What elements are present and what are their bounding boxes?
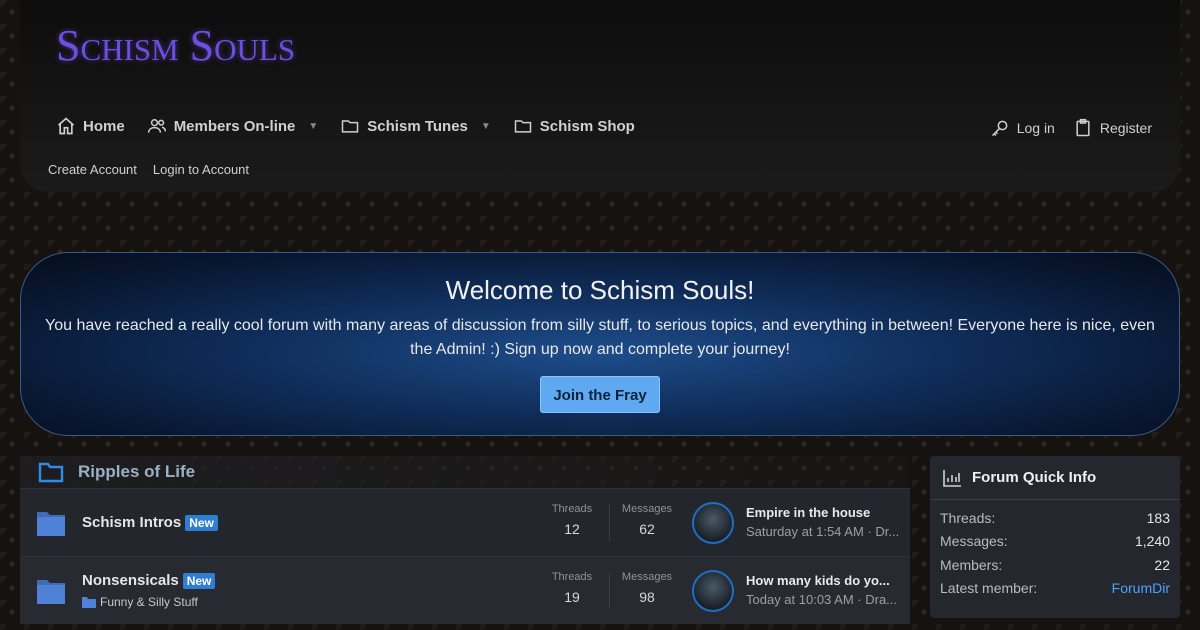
new-badge: New <box>185 514 218 531</box>
stat-divider <box>609 573 610 609</box>
threads-count: 19 <box>564 589 580 605</box>
latest-member-link[interactable]: ForumDir <box>1112 580 1170 596</box>
site-logo[interactable]: Schism Souls <box>56 20 295 71</box>
last-post-title[interactable]: Empire in the house <box>746 505 906 520</box>
bar-chart-icon <box>943 469 961 487</box>
users-icon <box>147 119 166 133</box>
qi-key: Messages: <box>940 533 1008 550</box>
messages-label: Messages <box>621 571 673 583</box>
qi-key: Members: <box>940 556 1003 573</box>
banner-title: Welcome to Schism Souls! <box>445 275 755 305</box>
avatar[interactable] <box>692 502 734 544</box>
forum-list: Ripples of Life Schism Intros New Thread… <box>20 456 910 624</box>
nav-schism-shop[interactable]: Schism Shop <box>513 112 635 140</box>
messages-stat: Messages 98 <box>612 571 682 605</box>
subforum-link[interactable]: Funny & Silly Stuff <box>82 595 402 609</box>
nav-members-online[interactable]: Members On-line ▼ <box>147 112 318 140</box>
messages-count: 62 <box>639 521 655 537</box>
chevron-down-icon[interactable]: ▼ <box>481 121 491 132</box>
subforum-label: Funny & Silly Stuff <box>100 595 198 609</box>
threads-stat: Threads 12 <box>537 503 607 537</box>
stat-divider <box>609 505 610 541</box>
nav-tunes-label: Schism Tunes <box>367 117 468 135</box>
last-post-meta: Today at 10:03 AM · Dra... <box>746 592 898 607</box>
quick-info-panel: Forum Quick Info Threads: 183 Messages: … <box>930 456 1180 618</box>
folder-icon <box>342 120 359 133</box>
qi-key: Latest member: <box>940 580 1038 597</box>
sub-nav: Create Account Login to Account <box>48 162 249 177</box>
category-header[interactable]: Ripples of Life <box>20 456 910 488</box>
login-link[interactable]: Log in <box>990 114 1055 142</box>
qi-value: 1,240 <box>1134 533 1170 550</box>
threads-count: 12 <box>564 521 580 537</box>
account-nav: Log in Register <box>990 114 1152 142</box>
forum-title-row: Nonsensicals New <box>82 572 402 589</box>
forum-folder-icon <box>37 579 65 604</box>
threads-stat: Threads 19 <box>537 571 607 605</box>
messages-count: 98 <box>639 589 655 605</box>
last-post-meta: Saturday at 1:54 AM · Dr... <box>746 524 900 539</box>
forum-title[interactable]: Schism Intros <box>82 514 181 531</box>
forum-folder-icon <box>37 511 65 536</box>
forum-title-row: Schism Intros New <box>82 514 402 531</box>
nav-home[interactable]: Home <box>56 112 125 140</box>
qi-key: Threads: <box>940 509 996 526</box>
quick-info-body: Threads: 183 Messages: 1,240 Members: 22… <box>930 500 1180 600</box>
login-label: Log in <box>1016 120 1055 136</box>
register-label: Register <box>1099 120 1152 136</box>
key-icon <box>991 120 1008 137</box>
threads-label: Threads <box>551 503 593 515</box>
qi-value: 183 <box>1146 509 1170 526</box>
qi-value: 22 <box>1154 556 1170 573</box>
main-nav: Home Members On-line ▼ Schism Tunes ▼ Sc… <box>56 112 657 140</box>
messages-stat: Messages 62 <box>612 503 682 537</box>
site-header: Schism Souls Home Members On-line ▼ Schi… <box>20 0 1180 192</box>
forum-main: Nonsensicals New Funny & Silly Stuff <box>82 572 402 609</box>
threads-label: Threads <box>551 571 593 583</box>
last-post: How many kids do yo... Today at 10:03 AM… <box>746 573 906 607</box>
messages-label: Messages <box>621 503 673 515</box>
nav-home-label: Home <box>83 117 125 135</box>
avatar[interactable] <box>692 570 734 612</box>
banner-text: You have reached a really cool forum wit… <box>45 317 1155 358</box>
folder-icon <box>38 462 64 483</box>
forum-title[interactable]: Nonsensicals <box>82 572 179 589</box>
quick-info-title: Forum Quick Info <box>972 469 1097 486</box>
clipboard-icon <box>1076 118 1090 137</box>
last-post: Empire in the house Saturday at 1:54 AM … <box>746 505 906 539</box>
qi-threads: Threads: 183 <box>930 506 1180 530</box>
last-post-title[interactable]: How many kids do yo... <box>746 573 906 588</box>
welcome-banner: Welcome to Schism Souls! You have reache… <box>20 252 1180 436</box>
qi-messages: Messages: 1,240 <box>930 530 1180 554</box>
subforum-icon <box>82 597 96 608</box>
qi-latest-member: Latest member: ForumDir <box>930 577 1180 601</box>
chevron-down-icon[interactable]: ▼ <box>308 121 318 132</box>
nav-shop-label: Schism Shop <box>539 117 635 135</box>
home-icon <box>57 117 75 135</box>
create-account-link[interactable]: Create Account <box>48 162 137 177</box>
qi-members: Members: 22 <box>930 553 1180 577</box>
login-account-link[interactable]: Login to Account <box>153 162 249 177</box>
forum-node[interactable]: Schism Intros New Threads 12 Messages 62… <box>20 488 910 556</box>
folder-icon <box>514 120 532 133</box>
category-title: Ripples of Life <box>78 462 196 481</box>
forum-main: Schism Intros New <box>82 514 402 531</box>
nav-schism-tunes[interactable]: Schism Tunes ▼ <box>340 112 491 140</box>
nav-members-label: Members On-line <box>173 117 296 135</box>
join-button[interactable]: Join the Fray <box>540 376 660 413</box>
register-link[interactable]: Register <box>1073 114 1152 142</box>
quick-info-header: Forum Quick Info <box>930 456 1180 500</box>
forum-node[interactable]: Nonsensicals New Funny & Silly Stuff Thr… <box>20 556 910 624</box>
new-badge: New <box>182 572 216 589</box>
